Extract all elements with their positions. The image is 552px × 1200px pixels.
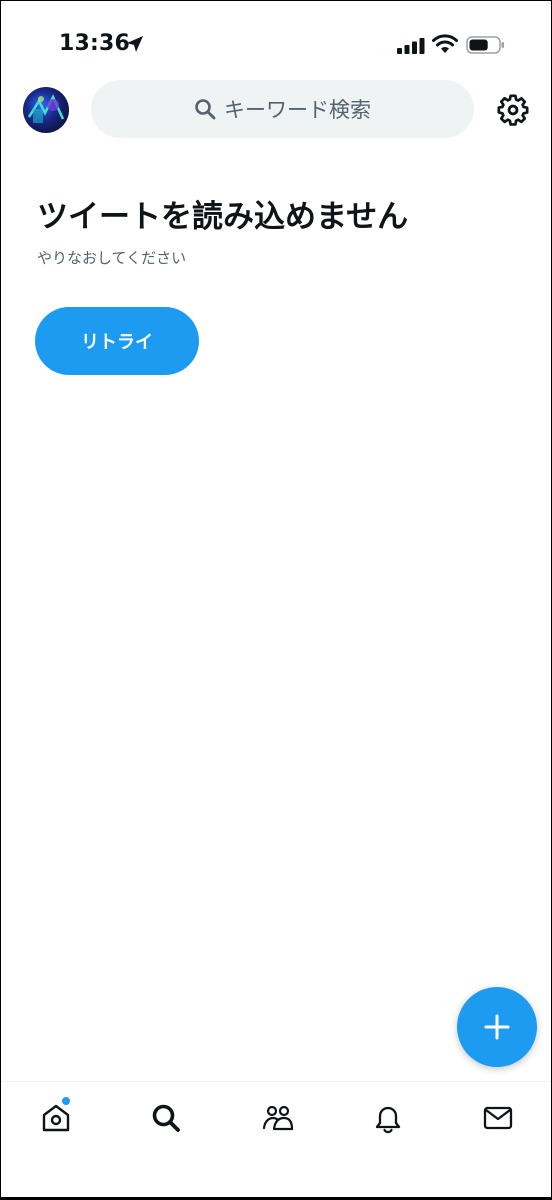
profile-avatar[interactable] <box>23 87 69 133</box>
search-bar[interactable]: キーワード検索 <box>91 80 474 138</box>
status-bar: 13:36 <box>1 1 551 71</box>
app-screen: 13:36 キーワード検索 ツイートを読み込めません やりなおしてください リト… <box>1 1 551 1197</box>
error-subtitle: やりなおしてください <box>37 249 187 267</box>
avatar-image <box>23 87 69 133</box>
envelope-icon <box>483 1106 513 1130</box>
cellular-signal-icon <box>397 38 425 54</box>
location-arrow-icon <box>127 36 143 52</box>
settings-gear-icon[interactable] <box>496 93 530 127</box>
nav-communities[interactable] <box>258 1098 298 1138</box>
nav-messages[interactable] <box>478 1098 518 1138</box>
wifi-icon <box>432 34 458 53</box>
bottom-navigation <box>1 1081 551 1197</box>
communities-icon <box>262 1105 294 1131</box>
plus-icon <box>484 1014 510 1040</box>
bell-icon <box>375 1106 401 1134</box>
retry-button[interactable]: リトライ <box>35 307 199 375</box>
search-icon <box>195 99 216 120</box>
search-placeholder: キーワード検索 <box>224 98 371 122</box>
battery-icon <box>466 36 504 54</box>
status-time: 13:36 <box>59 31 131 56</box>
error-title: ツイートを読み込めません <box>37 199 409 235</box>
nav-search[interactable] <box>146 1098 186 1138</box>
home-notification-dot <box>61 1096 71 1106</box>
search-icon <box>152 1104 180 1132</box>
home-icon <box>42 1104 70 1132</box>
compose-tweet-button[interactable] <box>457 987 537 1067</box>
nav-notifications[interactable] <box>368 1098 408 1138</box>
